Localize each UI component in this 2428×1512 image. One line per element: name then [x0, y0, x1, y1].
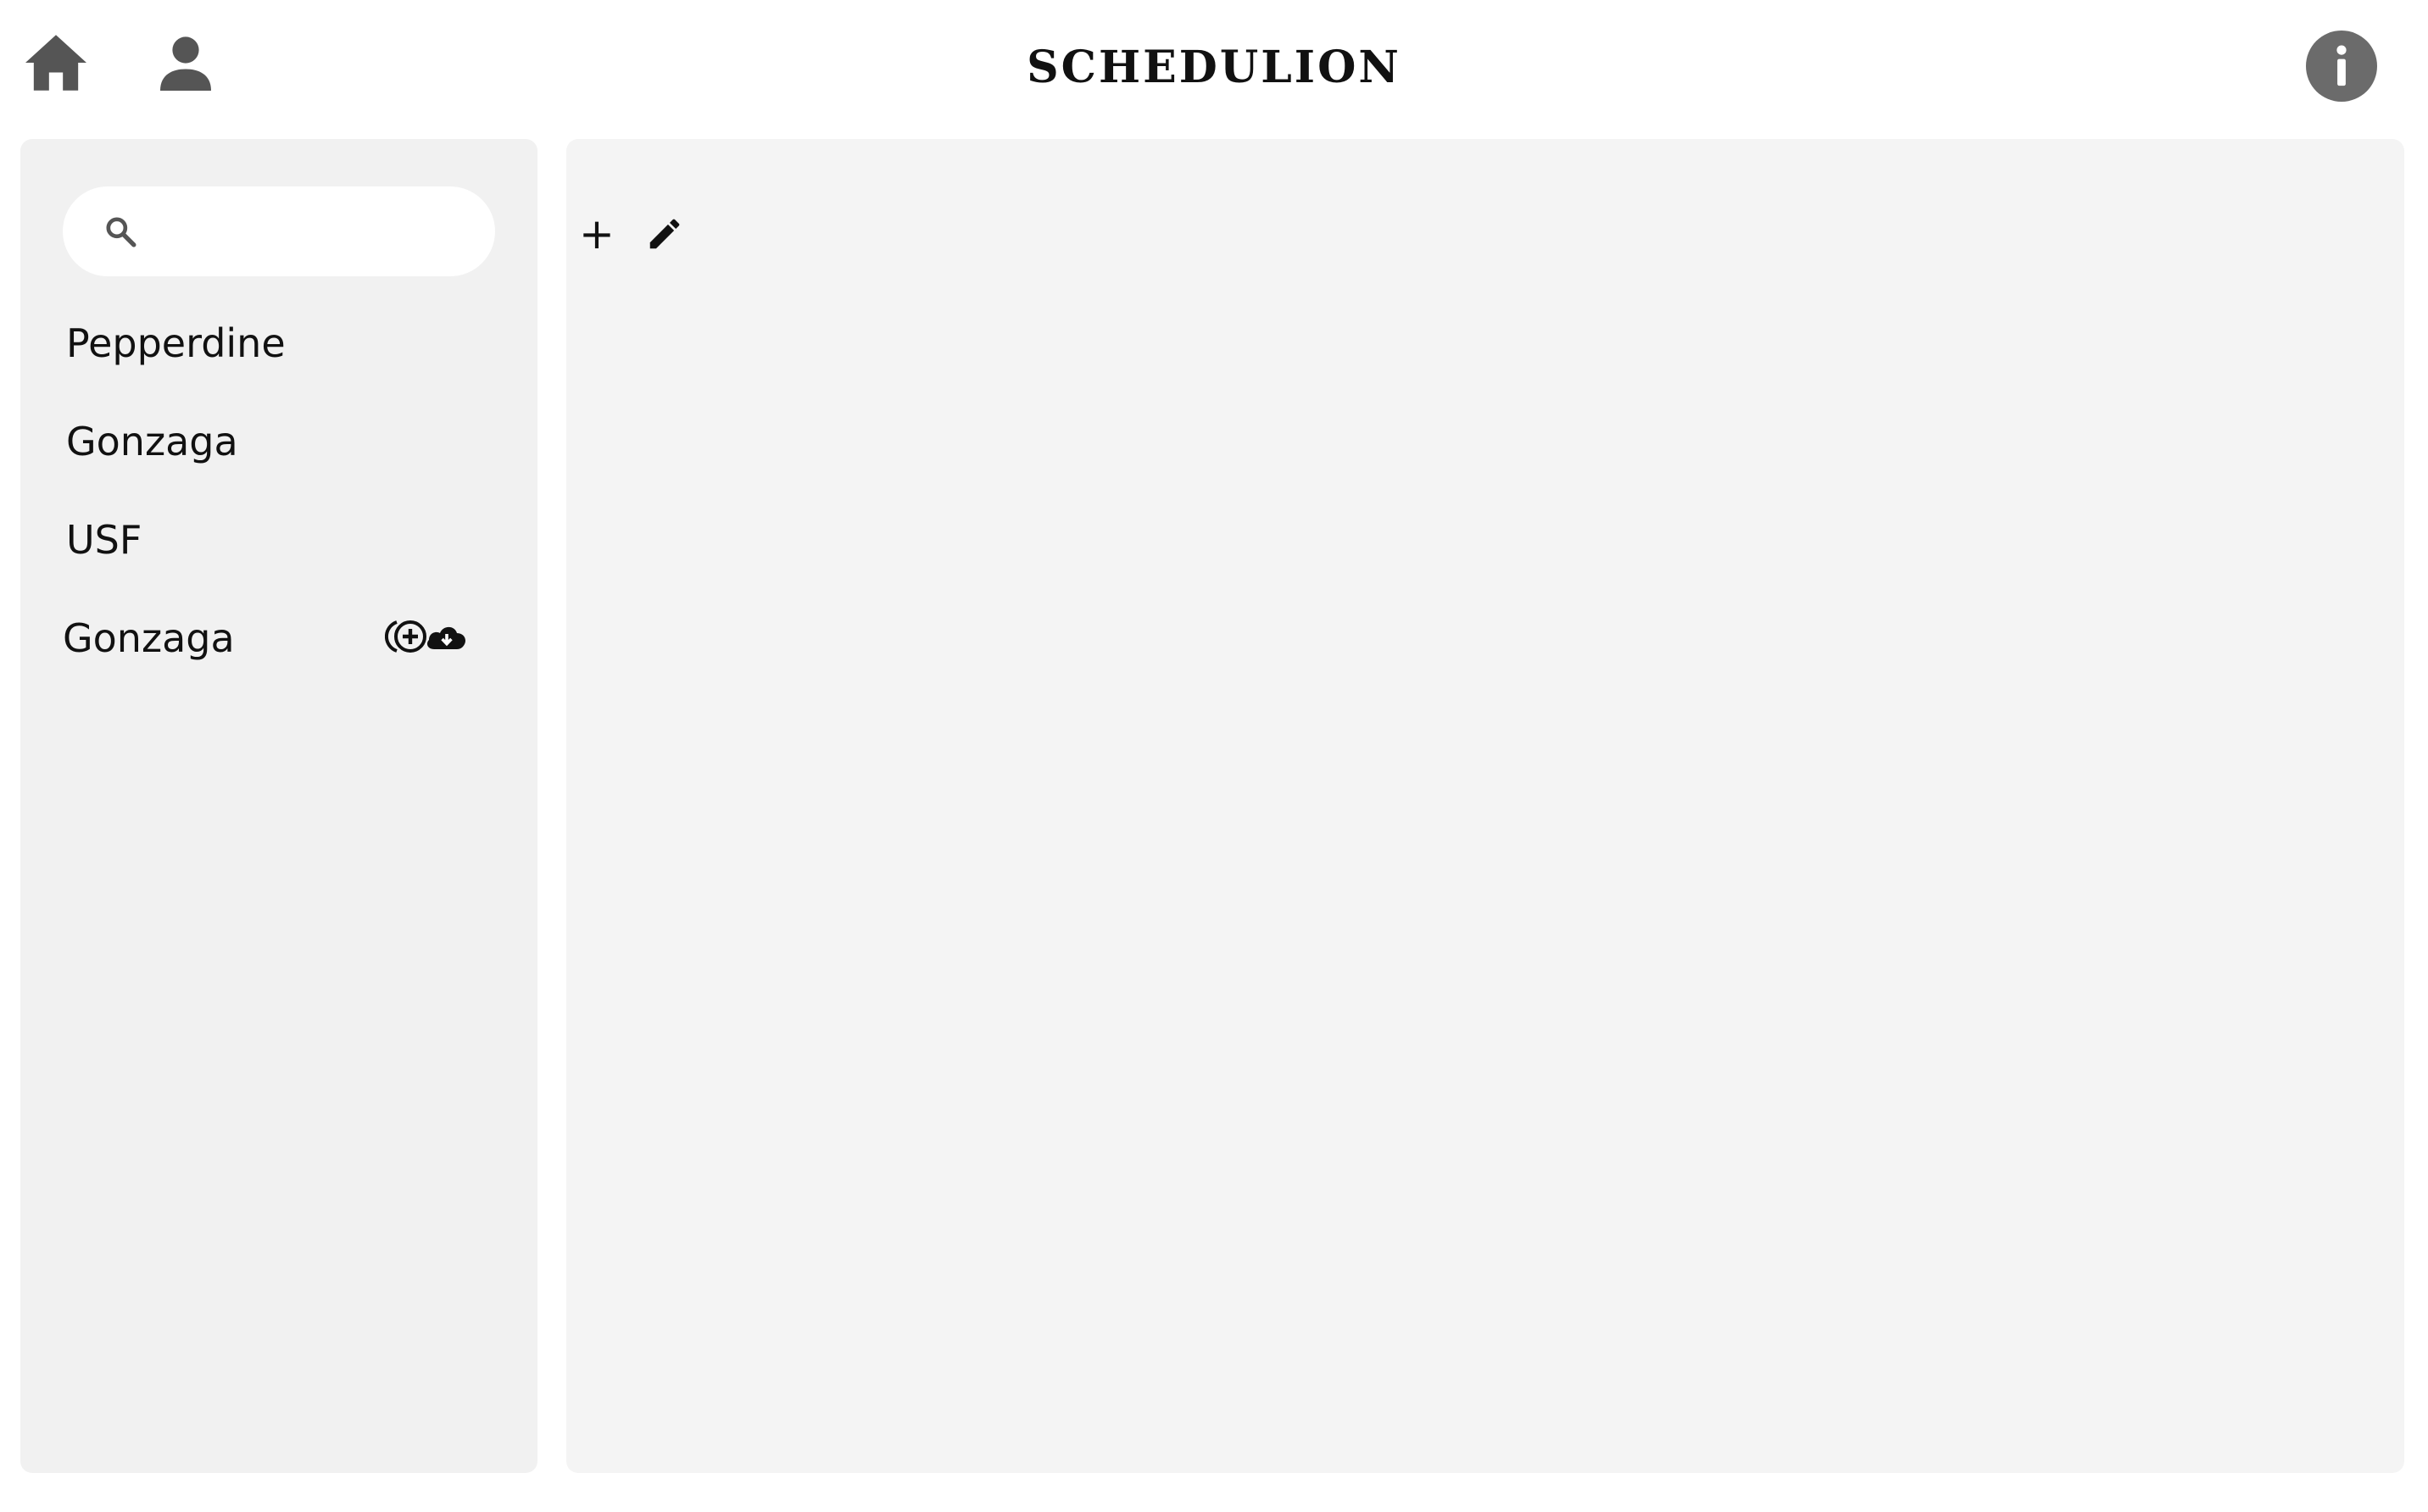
- info-button[interactable]: [2306, 31, 2377, 102]
- cloud-download-icon[interactable]: [424, 617, 468, 656]
- home-icon: [25, 35, 86, 91]
- add-circle-icon[interactable]: [385, 617, 429, 656]
- user-icon: [160, 36, 211, 91]
- list-item-label: Gonzaga: [63, 615, 235, 661]
- list-item-actions: [385, 617, 487, 659]
- info-icon: [2306, 31, 2377, 102]
- list-item-label: Pepperdine: [66, 320, 286, 366]
- list-item-usf[interactable]: USF: [66, 502, 507, 578]
- list-item-label: USF: [66, 517, 142, 563]
- app-title: SCHEDULION: [1027, 42, 1401, 93]
- sidebar: Pepperdine Gonzaga USF Gonzaga: [20, 139, 537, 1473]
- list-item-label: Gonzaga: [66, 419, 238, 464]
- user-button[interactable]: [149, 27, 222, 98]
- list-item-gonzaga[interactable]: Gonzaga: [66, 403, 507, 480]
- search-icon: [106, 217, 136, 247]
- add-button-label: +: [579, 209, 615, 258]
- main-panel: +: [566, 139, 2404, 1473]
- list-item-gonzaga-2[interactable]: Gonzaga: [63, 600, 504, 676]
- pencil-icon: [649, 219, 680, 249]
- home-button[interactable]: [19, 29, 93, 97]
- add-button[interactable]: +: [571, 207, 622, 261]
- search-input[interactable]: [156, 202, 482, 263]
- list-item-pepperdine[interactable]: Pepperdine: [66, 305, 507, 381]
- edit-button[interactable]: [638, 207, 692, 261]
- search-box[interactable]: [63, 186, 495, 276]
- app-header: SCHEDULION: [0, 0, 2428, 136]
